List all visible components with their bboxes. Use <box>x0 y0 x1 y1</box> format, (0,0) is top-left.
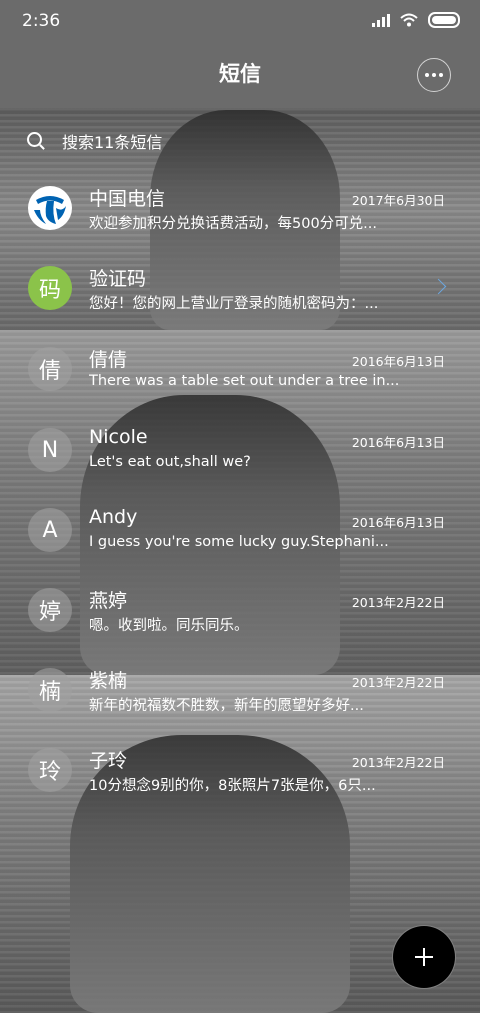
search-input[interactable]: 搜索11条短信 <box>62 129 162 153</box>
message-preview: 10分想念9别的你，8张照片7张是你，6只... <box>89 778 376 794</box>
message-date: 2016年6月13日 <box>351 515 445 530</box>
message-date: 2017年6月30日 <box>351 193 445 208</box>
search-bar[interactable]: 搜索11条短信 <box>0 118 480 162</box>
avatar: 楠 <box>28 668 72 712</box>
message-preview: 欢迎参加积分兑换话费活动，每500分可兑... <box>89 216 378 232</box>
battery-icon <box>428 12 460 28</box>
contact-name: 验证码 <box>89 268 147 290</box>
avatar: N <box>28 428 72 472</box>
message-preview: Let's eat out,shall we? <box>89 454 251 470</box>
contact-name: Nicole <box>89 426 148 448</box>
contact-name: 子玲 <box>89 750 128 772</box>
message-preview: 嗯。收到啦。同乐同乐。 <box>89 618 249 634</box>
contact-name: 燕婷 <box>89 590 128 612</box>
avatar: 玲 <box>28 748 72 792</box>
dot-icon <box>425 73 429 77</box>
message-preview: There was a table set out under a tree i… <box>89 373 399 389</box>
chevron-right-icon[interactable] <box>430 278 447 295</box>
message-preview: I guess you're some lucky guy.Stephani..… <box>89 534 389 550</box>
status-time: 2:36 <box>22 11 61 31</box>
wifi-icon <box>400 13 418 27</box>
list-item[interactable]: 婷 燕婷 2013年2月22日 嗯。收到啦。同乐同乐。 <box>0 571 480 651</box>
message-date: 2016年6月13日 <box>351 354 445 369</box>
list-item[interactable]: 倩 倩倩 2016年6月13日 There was a table set ou… <box>0 330 480 410</box>
app-header: 2:36 短信 <box>0 0 480 108</box>
contact-name: 紫楠 <box>89 670 128 692</box>
signal-icon <box>372 13 390 27</box>
list-item[interactable]: 楠 紫楠 2013年2月22日 新年的祝福数不胜数，新年的愿望好多好... <box>0 651 480 731</box>
avatar: 码 <box>28 266 72 310</box>
contact-name: 中国电信 <box>89 188 166 210</box>
avatar: 婷 <box>28 588 72 632</box>
message-date: 2013年2月22日 <box>351 675 445 690</box>
message-preview: 您好！您的网上营业厅登录的随机密码为：... <box>89 296 379 312</box>
message-date: 2013年2月22日 <box>351 755 445 770</box>
list-item[interactable]: 玲 子玲 2013年2月22日 10分想念9别的你，8张照片7张是你，6只... <box>0 731 480 811</box>
message-date: 2013年2月22日 <box>351 595 445 610</box>
list-item[interactable]: A Andy 2016年6月13日 I guess you're some lu… <box>0 491 480 571</box>
status-bar: 2:36 <box>0 0 480 42</box>
list-item[interactable]: 中国电信 2017年6月30日 欢迎参加积分兑换话费活动，每500分可兑... <box>0 169 480 249</box>
avatar: 倩 <box>28 347 72 391</box>
search-icon <box>27 132 42 147</box>
list-item[interactable]: N Nicole 2016年6月13日 Let's eat out,shall … <box>0 411 480 491</box>
page-title: 短信 <box>219 62 261 86</box>
china-telecom-logo-icon <box>28 186 72 230</box>
message-date: 2016年6月13日 <box>351 435 445 450</box>
new-message-button[interactable] <box>392 925 456 989</box>
list-item[interactable]: 码 验证码 您好！您的网上营业厅登录的随机密码为：... <box>0 249 480 329</box>
contact-name: Andy <box>89 506 138 528</box>
more-options-button[interactable] <box>417 58 451 92</box>
contact-name: 倩倩 <box>89 349 128 371</box>
avatar: A <box>28 508 72 552</box>
message-preview: 新年的祝福数不胜数，新年的愿望好多好... <box>89 698 364 714</box>
